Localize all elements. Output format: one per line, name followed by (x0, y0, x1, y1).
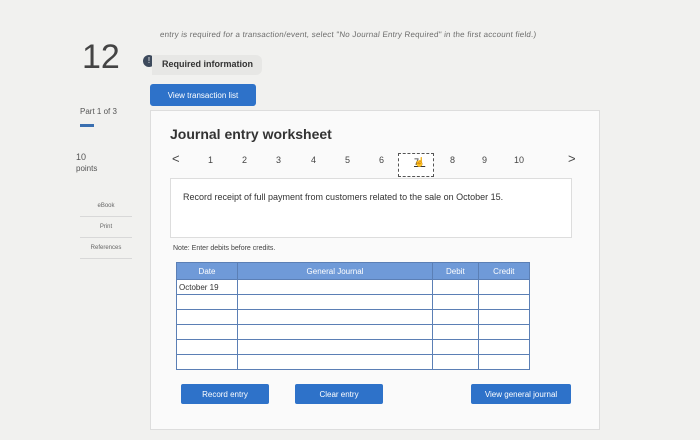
date-header: Date (176, 262, 238, 280)
debit-cell[interactable] (432, 354, 479, 370)
account-cell[interactable] (237, 354, 433, 370)
account-cell[interactable] (237, 294, 433, 310)
credit-cell[interactable] (477, 294, 531, 310)
date-cell[interactable]: October 19 (176, 279, 238, 295)
page-1[interactable]: 1 (208, 155, 213, 165)
points-label: points (76, 164, 98, 173)
debit-cell[interactable] (432, 339, 479, 355)
credit-cell[interactable] (477, 354, 531, 370)
journal-row (176, 354, 531, 370)
page-5[interactable]: 5 (345, 155, 350, 165)
journal-row: October 19 (176, 279, 531, 295)
worksheet-title: Journal entry worksheet (170, 126, 332, 142)
date-cell[interactable] (176, 339, 238, 355)
page-10[interactable]: 10 (514, 155, 524, 165)
debit-header: Debit (432, 262, 479, 280)
account-cell[interactable] (237, 279, 433, 295)
journal-entry-table: Date General Journal Debit Credit Octobe… (176, 262, 531, 370)
credit-cell[interactable] (477, 309, 531, 325)
account-cell[interactable] (237, 324, 433, 340)
page-2[interactable]: 2 (242, 155, 247, 165)
print-link[interactable]: Print (80, 217, 132, 238)
record-entry-button[interactable]: Record entry (181, 384, 269, 404)
debit-credit-note: Note: Enter debits before credits. (173, 245, 276, 252)
references-link[interactable]: References (80, 238, 132, 259)
page-9[interactable]: 9 (482, 155, 487, 165)
resource-links: eBook Print References (80, 196, 132, 259)
date-cell[interactable] (176, 324, 238, 340)
page-4[interactable]: 4 (311, 155, 316, 165)
page-3[interactable]: 3 (276, 155, 281, 165)
credit-cell[interactable] (477, 324, 531, 340)
journal-row (176, 324, 531, 340)
points-value: 10 (76, 152, 87, 162)
account-cell[interactable] (237, 309, 433, 325)
journal-row (176, 309, 531, 325)
debit-cell[interactable] (432, 294, 479, 310)
view-general-journal-button[interactable]: View general journal (471, 384, 571, 404)
journal-row (176, 339, 531, 355)
credit-cell[interactable] (477, 279, 531, 295)
debit-cell[interactable] (432, 279, 479, 295)
transaction-description: Record receipt of full payment from cust… (183, 192, 504, 202)
page-8[interactable]: 8 (450, 155, 455, 165)
general-journal-header: General Journal (237, 262, 433, 280)
clear-entry-button[interactable]: Clear entry (295, 384, 383, 404)
credit-cell[interactable] (477, 339, 531, 355)
next-page-button[interactable]: > (568, 151, 576, 166)
date-cell[interactable] (176, 309, 238, 325)
credit-header: Credit (477, 262, 531, 280)
page-6[interactable]: 6 (379, 155, 384, 165)
date-cell[interactable] (176, 354, 238, 370)
instruction-cut-off-text: entry is required for a transaction/even… (159, 30, 537, 39)
page-navigator: < 1 2 3 4 5 6 7 ☝ 8 9 10 > (170, 151, 580, 177)
part-indicator: Part 1 of 3 (80, 107, 117, 116)
debit-cell[interactable] (432, 309, 479, 325)
part-progress-bar (80, 124, 94, 127)
hand-cursor-icon: ☝ (414, 157, 426, 167)
account-cell[interactable] (237, 339, 433, 355)
transaction-description-box: Record receipt of full payment from cust… (170, 178, 572, 238)
date-cell[interactable] (176, 294, 238, 310)
journal-row (176, 294, 531, 310)
view-transaction-list-button[interactable]: View transaction list (150, 84, 256, 106)
page-7-current[interactable]: 7 ☝ (398, 153, 434, 177)
previous-page-button[interactable]: < (172, 151, 180, 166)
ebook-link[interactable]: eBook (80, 196, 132, 217)
required-info-label[interactable]: Required information (162, 59, 253, 69)
debit-cell[interactable] (432, 324, 479, 340)
question-number: 12 (82, 38, 120, 76)
